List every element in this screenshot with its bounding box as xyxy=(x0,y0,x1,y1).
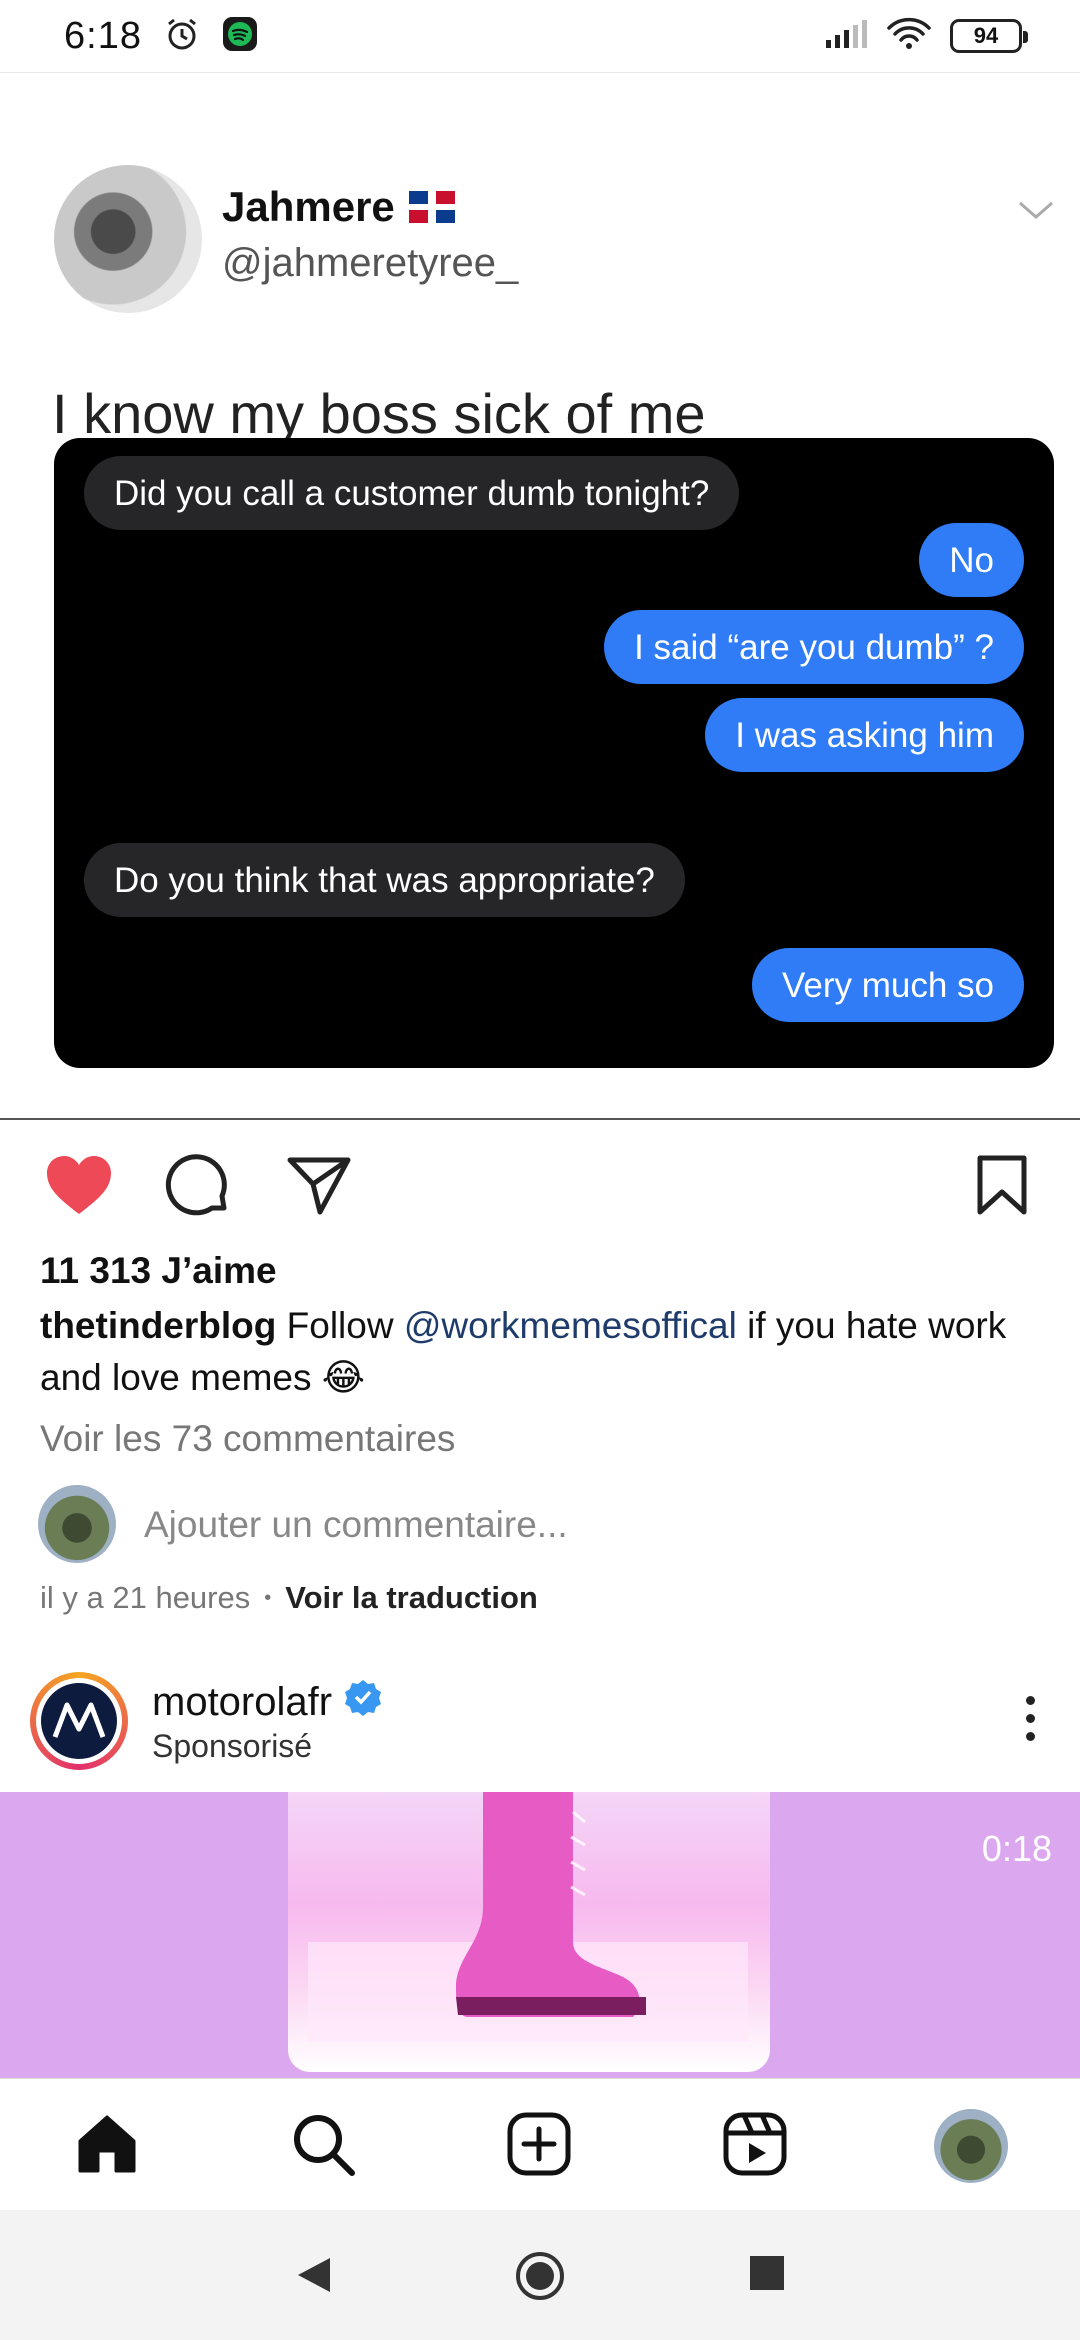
heart-icon[interactable] xyxy=(44,1154,114,1223)
sponsored-label: Sponsorisé xyxy=(152,1728,313,1764)
ad-video[interactable]: 0:18 xyxy=(0,1792,1080,2078)
reels-icon[interactable] xyxy=(722,2111,788,2182)
caption-username[interactable]: thetinderblog xyxy=(40,1305,276,1346)
translate-link[interactable]: Voir la traduction xyxy=(285,1580,538,1616)
bookmark-icon[interactable] xyxy=(976,1154,1028,1221)
motorola-logo-icon xyxy=(41,1683,117,1759)
post-meta: il y a 21 heures • Voir la traduction xyxy=(40,1580,538,1616)
back-icon[interactable] xyxy=(290,2250,340,2305)
tweet-author-name: Jahmere xyxy=(222,183,455,231)
tweet-author-name-text: Jahmere xyxy=(222,183,395,230)
sponsor-name[interactable]: motorolafr xyxy=(152,1678,382,1726)
sponsor-name-text: motorolafr xyxy=(152,1679,333,1724)
sponsor-avatar[interactable] xyxy=(30,1672,128,1770)
caption-mention[interactable]: @workmemesoffical xyxy=(404,1305,737,1346)
alarm-icon xyxy=(164,16,200,57)
video-duration: 0:18 xyxy=(981,1828,1052,1869)
profile-avatar[interactable] xyxy=(934,2109,1008,2183)
bottom-nav xyxy=(0,2078,1080,2210)
spotify-icon xyxy=(222,16,258,57)
create-icon[interactable] xyxy=(506,2111,572,2182)
status-time: 6:18 xyxy=(64,14,142,57)
post-image[interactable]: Jahmere @jahmeretyree_ I know my boss si… xyxy=(0,72,1080,1120)
ad-video-frame xyxy=(288,1792,770,2072)
dominican-flag-icon xyxy=(408,191,455,223)
chat-bubble: I was asking him xyxy=(705,698,1024,772)
more-options-icon[interactable] xyxy=(1026,1696,1036,1750)
tweet-text: I know my boss sick of me xyxy=(52,382,706,445)
view-comments-link[interactable]: Voir les 73 commentaires xyxy=(40,1418,455,1460)
post-actions xyxy=(0,1140,1080,1230)
chat-bubble: Do you think that was appropriate? xyxy=(84,843,685,917)
chat-bubble: Very much so xyxy=(751,948,1024,1022)
wifi-icon xyxy=(886,17,932,56)
tweet-handle: @jahmeretyree_ xyxy=(222,241,519,285)
avatar xyxy=(38,1485,116,1563)
chat-bubble: No xyxy=(919,523,1024,597)
status-bar: 6:18 94 xyxy=(0,0,1080,72)
search-icon[interactable] xyxy=(290,2111,356,2182)
home-icon[interactable] xyxy=(74,2111,140,2182)
share-icon[interactable] xyxy=(286,1154,352,1221)
comment-icon[interactable] xyxy=(164,1154,230,1225)
battery-icon: 94 xyxy=(950,19,1028,53)
chat-bubble: I said “are you dumb” ? xyxy=(604,610,1024,684)
recents-icon[interactable] xyxy=(744,2250,790,2301)
separator-dot: • xyxy=(264,1586,272,1609)
verified-badge-icon xyxy=(344,1678,382,1726)
post-caption: thetinderblog Follow @workmemesoffical i… xyxy=(40,1300,1050,1404)
chat-bubble: Did you call a customer dumb tonight? xyxy=(84,456,740,530)
like-count[interactable]: 11 313 J’aime xyxy=(40,1250,277,1292)
chat-screenshot: Did you call a customer dumb tonight? No… xyxy=(54,438,1054,1068)
home-button-icon[interactable] xyxy=(514,2250,566,2307)
tweet-avatar xyxy=(54,165,202,313)
signal-icon xyxy=(824,18,868,55)
post-timestamp: il y a 21 heures xyxy=(40,1580,251,1615)
chevron-down-icon xyxy=(1016,199,1056,228)
system-nav-bar xyxy=(0,2210,1080,2340)
comment-input[interactable] xyxy=(144,1504,844,1546)
caption-text: Follow xyxy=(286,1305,394,1346)
